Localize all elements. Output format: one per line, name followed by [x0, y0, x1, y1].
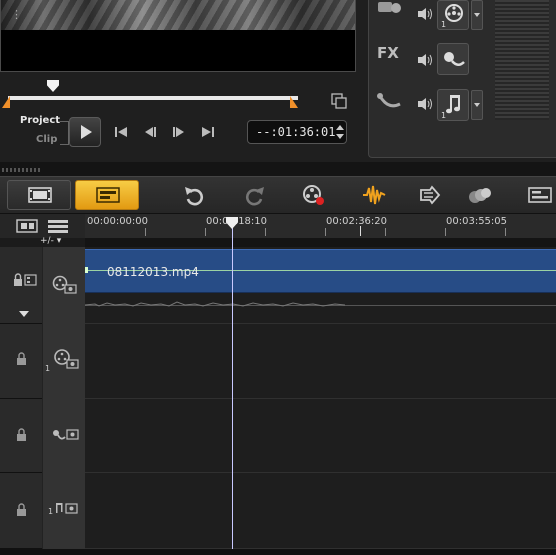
play-button[interactable] — [69, 117, 101, 147]
ruler-tick — [445, 228, 446, 236]
audio-meter — [495, 0, 549, 120]
music-track-toggle[interactable]: 1 — [42, 473, 85, 549]
video-track-toggle[interactable] — [42, 247, 85, 324]
ruler-label: 00:02:36:20 — [326, 216, 388, 227]
record-capture-icon[interactable] — [302, 184, 326, 206]
sound-mixer-icon[interactable] — [362, 184, 386, 206]
music-track-area[interactable] — [85, 473, 556, 549]
music-track-button[interactable]: 1 — [437, 89, 469, 121]
lock-track-icon[interactable] — [15, 503, 29, 517]
music-track-icon: 1 — [48, 503, 78, 516]
ruler-tick — [360, 226, 361, 236]
overlay-track-icon — [378, 2, 401, 13]
storyboard-view-icon — [28, 187, 52, 203]
voice-track-icon — [377, 93, 401, 108]
motion-tracking-icon[interactable] — [468, 184, 492, 206]
redo-icon[interactable] — [243, 184, 267, 206]
lock-track-icon[interactable] — [13, 273, 37, 287]
ruler-tick — [145, 228, 146, 236]
chevron-down-icon — [474, 13, 480, 17]
go-to-end-icon[interactable] — [200, 125, 216, 139]
lock-track-icon[interactable] — [15, 428, 29, 442]
ruler-tick — [385, 228, 386, 236]
title-track-button[interactable] — [437, 43, 469, 75]
expand-track-icon[interactable] — [18, 310, 30, 318]
overlay-track-button[interactable]: 1 — [437, 0, 469, 30]
subtitle-editor-icon[interactable] — [528, 184, 552, 206]
chevron-down-icon — [474, 103, 480, 107]
ruler-bar — [85, 238, 556, 247]
ruler-label: 00:03:55:05 — [446, 216, 508, 227]
mode-bracket — [60, 121, 69, 145]
music-track-dropdown[interactable] — [471, 90, 483, 120]
show-all-video-tracks-icon[interactable] — [16, 218, 38, 234]
clip-start-marker — [85, 267, 88, 273]
svg-text:1: 1 — [48, 507, 53, 516]
voice-track-icon — [53, 429, 79, 440]
clip-name: 08112013.mp4 — [107, 265, 199, 279]
timeline-view-button[interactable] — [75, 180, 139, 210]
playhead-line[interactable] — [232, 222, 233, 555]
ruler-controls — [0, 214, 85, 238]
voice-icon — [444, 52, 465, 66]
ruler-tick — [325, 228, 326, 236]
storyboard-view-button[interactable] — [7, 180, 71, 210]
ruler-label: 00:00:00:00 — [87, 216, 149, 227]
scrubber-track[interactable] — [8, 96, 298, 100]
track-manager-icon[interactable] — [46, 218, 70, 234]
go-to-start-icon[interactable] — [113, 125, 129, 139]
lock-track-icon[interactable] — [15, 352, 29, 366]
ruler-tick — [265, 228, 266, 236]
play-icon — [81, 125, 92, 139]
ruler-tick — [505, 228, 506, 236]
add-remove-label: +/- — [40, 236, 54, 246]
timeline-view-icon — [96, 187, 120, 203]
ruler-tick — [205, 228, 206, 236]
volume-icon[interactable] — [416, 96, 434, 112]
track-number: 1 — [441, 111, 447, 120]
preview-window[interactable]: ⋮ — [0, 0, 356, 72]
overlay-track-icon — [54, 349, 79, 369]
audio-waveform — [85, 301, 345, 307]
separator-grip — [2, 168, 42, 172]
undo-icon[interactable] — [182, 184, 206, 206]
volume-icon[interactable] — [416, 6, 434, 22]
video-track-icon — [52, 275, 77, 294]
video-frame — [1, 0, 355, 30]
overlay-track-area[interactable] — [85, 324, 556, 399]
timecode-field[interactable]: --:01:36:01 — [247, 120, 347, 144]
overlay-track-toggle[interactable]: 1 — [42, 324, 85, 399]
panel-separator[interactable] — [0, 162, 556, 176]
voice-track-toggle[interactable] — [42, 399, 85, 473]
next-frame-icon[interactable] — [171, 125, 187, 139]
auto-music-icon[interactable] — [418, 184, 442, 206]
previous-frame-icon[interactable] — [142, 125, 158, 139]
fx-track-label: FX — [377, 44, 399, 62]
volume-icon[interactable] — [416, 52, 434, 68]
horizontal-scrollbar[interactable] — [0, 549, 556, 555]
clip-mode-label[interactable]: Clip — [36, 134, 57, 145]
add-remove-chapter-button[interactable]: +/- ▾ — [40, 236, 85, 246]
fit-screen-icon[interactable] — [331, 93, 347, 109]
grip-icon: ⋮ — [11, 8, 22, 21]
overlay-track-dropdown[interactable] — [471, 0, 483, 30]
project-mode-label[interactable]: Project — [20, 115, 60, 126]
timecode-spinner-icon[interactable] — [334, 121, 346, 143]
voice-track-area[interactable] — [85, 399, 556, 473]
overlay-track-number: 1 — [45, 364, 51, 373]
track-number: 1 — [441, 20, 447, 29]
